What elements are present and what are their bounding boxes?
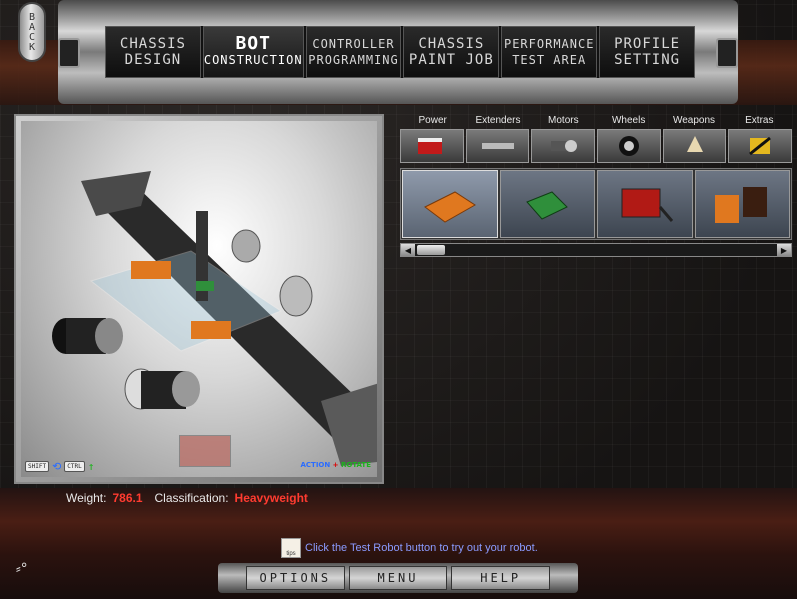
- extender-bar-icon: [481, 143, 514, 149]
- weight-value: 786.1: [112, 491, 143, 505]
- back-label: BACK: [26, 12, 38, 52]
- tab-label-line2: TEST AREA: [512, 53, 587, 67]
- category-wheels-button[interactable]: [597, 129, 661, 163]
- help-button[interactable]: HELP: [451, 566, 551, 590]
- robot-viewport-frame: SHIFT ⟲ CTRL ↑ ACTION + ROTATE: [14, 114, 384, 484]
- back-button[interactable]: BACK: [18, 2, 46, 62]
- tab-label-line1: CHASSIS: [418, 36, 485, 52]
- tab-label-line1: PROFILE: [614, 36, 681, 52]
- part-item-orange-battery-pack[interactable]: [402, 170, 498, 238]
- category-label-extenders: Extenders: [475, 115, 521, 126]
- tip-text: Click the Test Robot button to try out y…: [305, 542, 538, 554]
- tab-label-line1: CHASSIS: [119, 36, 186, 52]
- category-motors-button[interactable]: [531, 129, 596, 163]
- tab-bot-construction[interactable]: BOT CONSTRUCTION: [202, 26, 304, 78]
- category-power-button[interactable]: [400, 129, 464, 163]
- category-extenders-button[interactable]: [465, 129, 530, 163]
- camera-hint: SHIFT ⟲ CTRL ↑: [25, 460, 94, 473]
- corner-logo-icon: ⸗°: [16, 561, 28, 577]
- category-labels: Power Extenders Motors Wheels Weapons Ex…: [400, 115, 792, 126]
- robot-stats: Weight: 786.1 Classification: Heavyweigh…: [66, 491, 314, 505]
- action-rotate-hint: ACTION + ROTATE: [300, 461, 371, 469]
- wheel-icon: [618, 136, 639, 156]
- action-text: ACTION: [300, 461, 331, 469]
- circuit-board-icon: [526, 190, 569, 220]
- extras-icon: [749, 136, 772, 156]
- weight-label: Weight:: [66, 491, 107, 505]
- scroll-right-arrow-icon[interactable]: ▶: [777, 244, 791, 256]
- robot-model[interactable]: [21, 121, 377, 477]
- rotate-camera-icon: ⟲: [52, 460, 62, 473]
- battery-icon: [417, 138, 442, 154]
- tab-label-line2: DESIGN: [124, 52, 182, 68]
- classification-label: Classification:: [154, 491, 229, 505]
- tip-bar: tips Click the Test Robot button to try …: [281, 538, 538, 558]
- parts-carousel: [400, 168, 792, 240]
- category-label-wheels: Wheels: [611, 115, 646, 126]
- plus-icon: +: [332, 461, 339, 469]
- weapon-icon: [686, 136, 703, 152]
- category-weapons-button[interactable]: [662, 129, 727, 163]
- orange-battery-icon: [423, 190, 476, 223]
- category-label-power: Power: [418, 115, 447, 126]
- bottom-menu-bar: OPTIONS MENU HELP: [218, 563, 578, 593]
- tab-label-line2: CONSTRUCTION: [203, 53, 303, 67]
- part-item-orange-battery-cluster[interactable]: [694, 170, 790, 238]
- tab-profile-setting[interactable]: PROFILE SETTING: [599, 26, 695, 78]
- red-battery-icon: [621, 188, 673, 222]
- shift-key-label: SHIFT: [25, 461, 50, 472]
- menu-button[interactable]: MENU: [348, 566, 448, 590]
- scroll-thumb[interactable]: [417, 245, 445, 255]
- tips-icon: tips: [281, 538, 301, 558]
- tab-label-line2: PAINT JOB: [408, 52, 494, 68]
- tab-chassis-paint-job[interactable]: CHASSIS PAINT JOB: [403, 26, 500, 78]
- category-buttons: [400, 129, 793, 163]
- tab-label-line1: BOT: [235, 33, 271, 54]
- category-label-weapons: Weapons: [672, 115, 716, 126]
- classification-value: Heavyweight: [234, 491, 308, 505]
- parts-scrollbar[interactable]: ◀ ▶: [400, 243, 792, 257]
- tab-controller-programming[interactable]: CONTROLLER PROGRAMMING: [305, 26, 402, 78]
- tab-chassis-design[interactable]: CHASSIS DESIGN: [105, 26, 201, 78]
- category-label-extras: Extras: [745, 115, 774, 126]
- robot-viewport[interactable]: SHIFT ⟲ CTRL ↑ ACTION + ROTATE: [21, 121, 377, 477]
- battery-cluster-icon: [715, 186, 768, 223]
- category-extras-button[interactable]: [728, 129, 793, 163]
- scroll-left-arrow-icon[interactable]: ◀: [401, 244, 415, 256]
- tab-performance-test-area[interactable]: PERFORMANCE TEST AREA: [501, 26, 598, 78]
- category-label-motors: Motors: [548, 115, 579, 126]
- part-item-red-battery[interactable]: [597, 170, 693, 238]
- selected-part-preview: [179, 435, 231, 467]
- part-item-green-circuit-board[interactable]: [499, 170, 595, 238]
- ctrl-key-label: CTRL: [64, 461, 85, 472]
- motor-icon: [551, 140, 578, 152]
- tab-label-line1: PERFORMANCE: [503, 37, 595, 51]
- rotate-text: ROTATE: [340, 461, 371, 469]
- tab-label-line2: PROGRAMMING: [308, 53, 399, 67]
- tab-label-line1: CONTROLLER: [312, 37, 395, 51]
- move-up-icon: ↑: [87, 460, 95, 473]
- top-nav: CHASSIS DESIGN BOT CONSTRUCTION CONTROLL…: [105, 26, 695, 78]
- tab-label-line2: SETTING: [614, 52, 681, 68]
- options-button[interactable]: OPTIONS: [246, 566, 345, 590]
